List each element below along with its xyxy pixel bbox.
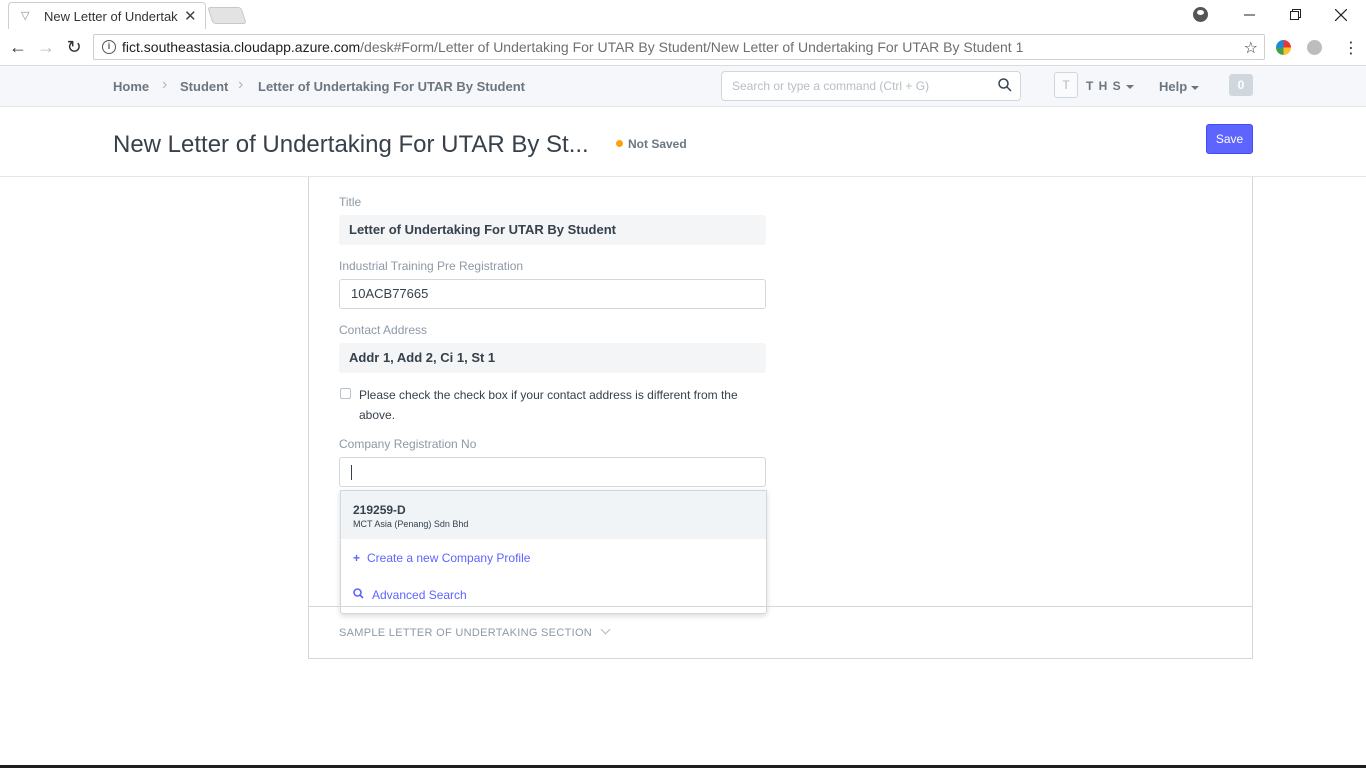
browser-menu-icon[interactable]: ⋮ (1343, 38, 1359, 58)
forward-icon[interactable]: → (36, 37, 56, 57)
page-title: New Letter of Undertaking For UTAR By St… (113, 131, 589, 158)
option-description: MCT Asia (Penang) Sdn Bhd (353, 519, 469, 529)
extension-icon[interactable] (1276, 40, 1291, 55)
extension-gear-icon[interactable] (1307, 40, 1322, 55)
breadcrumb-doctype[interactable]: Letter of Undertaking For UTAR By Studen… (258, 79, 525, 94)
close-tab-icon[interactable]: ✕ (184, 7, 197, 25)
prereg-input[interactable]: 10ACB77665 (339, 279, 766, 309)
search-input[interactable]: Search or type a command (Ctrl + G) (721, 71, 1021, 101)
url-text: fict.southeastasia.cloudapp.azure.com/de… (122, 39, 1024, 55)
dropdown-option[interactable]: 219259-D MCT Asia (Penang) Sdn Bhd (341, 491, 766, 539)
status-indicator: Not Saved (616, 137, 687, 151)
different-address-checkbox[interactable] (340, 388, 351, 399)
chevron-right-icon: › (162, 76, 168, 93)
company-reg-input[interactable] (339, 457, 766, 487)
avatar[interactable]: T (1054, 72, 1078, 98)
reload-icon[interactable]: ↻ (64, 37, 84, 57)
plus-icon: + (353, 551, 361, 565)
chevron-down-icon (600, 624, 611, 635)
browser-tab[interactable]: ▽ New Letter of Undertaking For UTAR By … (8, 2, 206, 29)
info-icon[interactable]: i (102, 40, 116, 54)
page-head: New Letter of Undertaking For UTAR By St… (0, 107, 1366, 177)
caret-down-icon (1125, 84, 1134, 89)
caret-down-icon (1191, 85, 1200, 90)
profile-icon[interactable] (1193, 7, 1208, 22)
notification-badge[interactable]: 0 (1229, 74, 1253, 96)
new-tab-button[interactable] (207, 7, 247, 24)
search-icon (353, 588, 364, 599)
save-button[interactable]: Save (1206, 124, 1253, 154)
section-divider (309, 606, 1252, 607)
chevron-right-icon: › (238, 76, 244, 93)
form-card: Title Letter of Undertaking For UTAR By … (308, 177, 1253, 659)
back-icon[interactable]: ← (8, 37, 28, 57)
search-icon (998, 78, 1012, 92)
address-field: Addr 1, Add 2, Ci 1, St 1 (339, 343, 766, 373)
window-close-icon[interactable] (1318, 0, 1364, 29)
title-field: Letter of Undertaking For UTAR By Studen… (339, 215, 766, 245)
breadcrumb-home[interactable]: Home (113, 79, 149, 94)
create-company-link[interactable]: + Create a new Company Profile (353, 551, 530, 565)
restore-icon[interactable] (1272, 0, 1318, 29)
autocomplete-dropdown: 219259-D MCT Asia (Penang) Sdn Bhd + Crea… (340, 490, 767, 614)
address-label: Contact Address (339, 323, 428, 337)
prereg-label: Industrial Training Pre Registration (339, 259, 524, 273)
status-dot-icon (616, 140, 623, 147)
company-label: Company Registration No (339, 437, 477, 451)
tab-title: New Letter of Undertaking For UTAR By St… (44, 8, 178, 24)
app-navbar: Home › Student › Letter of Undertaking F… (0, 66, 1366, 107)
address-bar[interactable]: i fict.southeastasia.cloudapp.azure.com/… (93, 34, 1265, 60)
option-value: 219259-D (353, 503, 406, 517)
help-menu[interactable]: Help (1159, 79, 1200, 94)
advanced-search-link[interactable]: Advanced Search (353, 588, 467, 602)
minimize-icon[interactable] (1226, 0, 1272, 29)
bookmark-star-icon[interactable]: ☆ (1244, 38, 1258, 58)
user-menu[interactable]: T H S (1086, 79, 1134, 93)
text-cursor (351, 465, 352, 480)
browser-tabstrip: ▽ New Letter of Undertaking For UTAR By … (0, 0, 1366, 29)
browser-toolbar: ← → ↻ i fict.southeastasia.cloudapp.azur… (0, 29, 1366, 66)
favicon-icon: ▽ (21, 10, 30, 22)
breadcrumb-student[interactable]: Student (180, 79, 228, 94)
collapsible-section-header[interactable]: SAMPLE LETTER OF UNDERTAKING SECTION (339, 624, 611, 639)
checkbox-label: Please check the check box if your conta… (359, 388, 738, 422)
title-label: Title (339, 195, 362, 209)
